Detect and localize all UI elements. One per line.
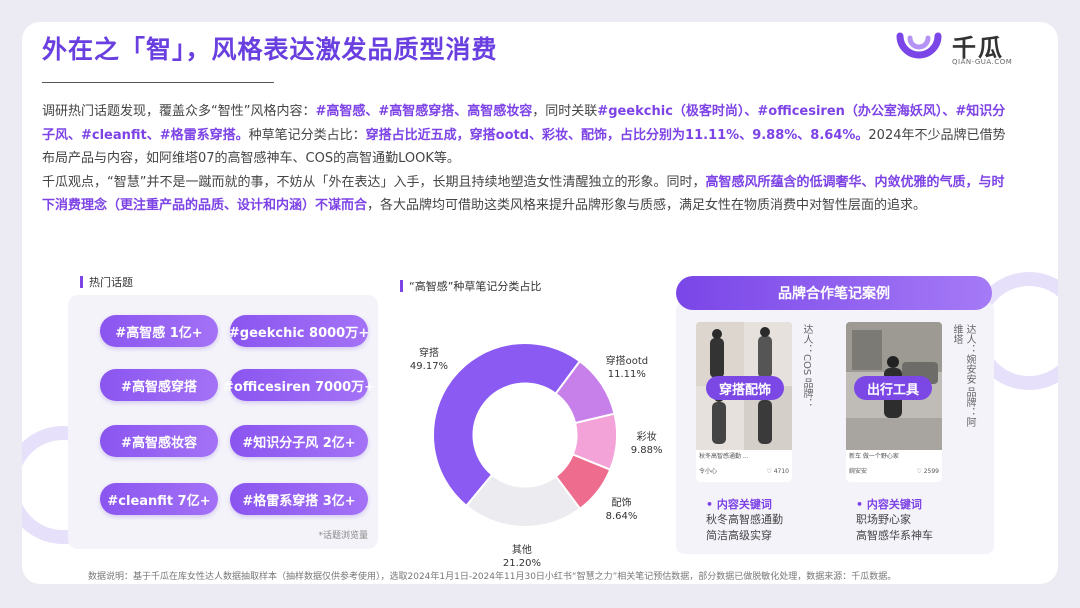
likes-count: 2599 (923, 468, 939, 475)
highlight-text: 穿搭占比近五成，穿搭ootd、彩妆、配饰，占比分别为11.11%、9.88%、8… (365, 127, 869, 143)
donut-value-label: 8.64% (605, 510, 638, 522)
case-photo-caption: 新车 做一个野心家 婉安安 ♡ 2599 (846, 450, 942, 482)
title-underline (42, 82, 274, 83)
body-text-run: 千瓜观点，“智慧”并不是一蹴而就的事，不妨从「外在表达」入手，长期且持续地塑造女… (42, 174, 706, 190)
donut-data-label: 穿搭ootd 11.11% (602, 355, 652, 381)
donut-title: “高智感”种草笔记分类占比 (409, 280, 542, 293)
body-text-run: 调研热门话题发现，覆盖众多“智性”风格内容： (42, 104, 316, 119)
case-tag-left: 穿搭配饰 (706, 376, 784, 400)
body-text-run: ，各大品牌均可借助这类风格来提升品牌形象与质感，满足女性在物质消费中对智性层面的… (367, 198, 927, 213)
hot-topics-label: 热门话题 (80, 274, 133, 290)
page-title: 外在之「智」，风格表达激发品质型消费 (42, 35, 498, 64)
donut-category-label: 彩妆 (636, 432, 657, 444)
section-marker (80, 276, 83, 288)
qiangua-logo-icon (896, 32, 942, 59)
case-photo-caption: 秋冬高智感通勤 ... 令小心 ♡ 4710 (696, 450, 792, 482)
case-side-left: 达人：COS 品牌： (801, 324, 812, 409)
donut-value-label: 11.11% (607, 368, 646, 380)
donut-category-label: 穿搭ootd (605, 355, 649, 367)
donut-data-label: 其他 21.20% (497, 544, 547, 570)
case-photo-left[interactable]: 秋冬高智感通勤 ... 令小心 ♡ 4710 (696, 322, 792, 482)
caption-text: 秋冬高智感通勤 ... (699, 453, 749, 460)
donut-label: “高智感”种草笔记分类占比 (400, 278, 541, 294)
keywords-title-right: • 内容关键词 (856, 498, 922, 511)
caption-likes: ♡ 2599 (916, 468, 939, 475)
topic-note: *话题浏览量 (318, 531, 368, 541)
donut-category-label: 配饰 (611, 497, 632, 509)
keywords-right: 职场野心家 高智感华系神车 (856, 512, 933, 544)
body-text-run: ，同时关联 (532, 104, 598, 119)
case-side-right: 达人：婉安安 品牌：阿维塔 (951, 324, 975, 428)
donut-data-label: 配饰 8.64% (596, 497, 646, 523)
caption-user: 婉安安 (849, 468, 868, 475)
highlight-text: #高智感、#高智感穿搭、高智感妆容 (315, 104, 533, 119)
donut-value-label: 9.88% (630, 445, 663, 457)
section-marker (400, 280, 403, 292)
donut-category-label: 其他 (511, 544, 532, 556)
donut-data-label: 彩妆 9.88% (622, 431, 672, 457)
logo-subtext: QIAN-GUA.COM (952, 58, 1013, 66)
topic-pill[interactable]: #cleanfit 7亿+ (100, 483, 218, 515)
topic-pill[interactable]: #高智感 1亿+ (100, 315, 218, 347)
hot-topics-panel: #高智感 1亿+ #geekchic 8000万+ #高智感穿搭 #office… (68, 295, 378, 549)
hot-topics-title: 热门话题 (89, 276, 133, 289)
case-photo-right[interactable]: 新车 做一个野心家 婉安安 ♡ 2599 (846, 322, 942, 482)
likes-count: 4710 (773, 468, 789, 475)
donut-value-label: 49.17% (409, 360, 449, 372)
topic-pill[interactable]: #officesiren 7000万+ (223, 369, 375, 401)
keywords-title-left: • 内容关键词 (706, 498, 772, 511)
caption-likes: ♡ 4710 (766, 468, 789, 475)
keyword: 秋冬高智感通勤 (706, 513, 783, 526)
caption-user: 令小心 (699, 468, 718, 475)
cases-header: 品牌合作笔记案例 (676, 276, 992, 310)
body-text: 调研热门话题发现，覆盖众多“智性”风格内容：#高智感、#高智感穿搭、高智感妆容，… (42, 100, 1012, 218)
topic-pill[interactable]: #高智感妆容 (100, 425, 218, 457)
topic-pill[interactable]: #geekchic 8000万+ (229, 315, 369, 347)
keywords-left: 秋冬高智感通勤 简洁高级实穿 (706, 512, 783, 544)
paragraph-2: 千瓜观点，“智慧”并不是一蹴而就的事，不妨从「外在表达」入手，长期且持续地塑造女… (42, 171, 1012, 218)
keyword: 高智感华系神车 (856, 529, 933, 542)
paragraph-1: 调研热门话题发现，覆盖众多“智性”风格内容：#高智感、#高智感穿搭、高智感妆容，… (42, 100, 1012, 171)
data-source-note: 数据说明：基于千瓜在库女性达人数据抽取样本（抽样数据仅供参考使用），选取2024… (88, 572, 897, 582)
case-tag-right: 出行工具 (854, 376, 932, 400)
topic-pill[interactable]: #知识分子风 2亿+ (230, 425, 368, 457)
donut-value-label: 21.20% (502, 557, 541, 569)
keyword: 简洁高级实穿 (706, 529, 772, 542)
caption-text: 新车 做一个野心家 (849, 453, 899, 460)
body-text-run: 种草笔记分类占比： (248, 127, 366, 143)
donut-data-label: 穿搭 49.17% (404, 347, 454, 373)
donut-category-label: 穿搭 (419, 347, 439, 359)
keyword: 职场野心家 (856, 513, 911, 526)
topic-pill[interactable]: #高智感穿搭 (100, 369, 218, 401)
category-donut-chart (432, 342, 618, 528)
topic-pill[interactable]: #格雷系穿搭 3亿+ (230, 483, 368, 515)
qiangua-logo: 千瓜 QIAN-GUA.COM (896, 26, 1016, 82)
